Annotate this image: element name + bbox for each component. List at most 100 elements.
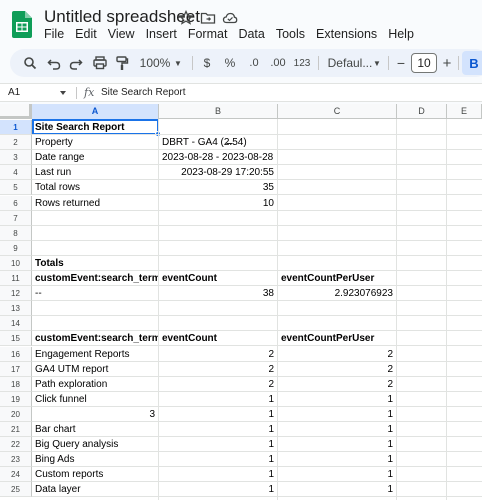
cell-b5[interactable]: 35 xyxy=(159,180,277,195)
cell-c23[interactable]: 1 xyxy=(278,452,396,467)
cell-a10[interactable]: Totals xyxy=(32,256,158,271)
row-header-22[interactable]: 22 xyxy=(0,437,32,453)
row-header-24[interactable]: 24 xyxy=(0,467,32,483)
menu-view[interactable]: View xyxy=(108,27,143,41)
cell-a21[interactable]: Bar chart xyxy=(32,422,158,437)
menu-format[interactable]: Format xyxy=(188,27,236,41)
cell-a5[interactable]: Total rows xyxy=(32,180,158,195)
cell-c21[interactable]: 1 xyxy=(278,422,396,437)
cell-a25[interactable]: Data layer xyxy=(32,482,158,497)
row-header-20[interactable]: 20 xyxy=(0,406,32,422)
print-icon[interactable] xyxy=(92,49,108,77)
row-header-2[interactable]: 2 xyxy=(0,135,32,151)
row-header-12[interactable]: 12 xyxy=(0,286,32,302)
increase-decimal-button[interactable]: .00 xyxy=(268,49,288,77)
column-header-d[interactable]: D xyxy=(397,104,447,119)
column-header-e[interactable]: E xyxy=(447,104,482,119)
paint-format-icon[interactable] xyxy=(114,49,130,77)
cell-c19[interactable]: 1 xyxy=(278,392,396,407)
cloud-saved-icon[interactable] xyxy=(222,10,238,26)
row-header-21[interactable]: 21 xyxy=(0,422,32,437)
menu-edit[interactable]: Edit xyxy=(75,27,105,41)
cell-a19[interactable]: Click funnel xyxy=(32,392,158,407)
more-formats-button[interactable]: 123 xyxy=(292,49,312,77)
cell-c16[interactable]: 2 xyxy=(278,347,396,362)
sheets-logo-icon[interactable] xyxy=(12,11,32,38)
cell-a23[interactable]: Bing Ads xyxy=(32,452,158,467)
column-header-a[interactable]: A xyxy=(32,104,159,119)
row-header-7[interactable]: 7 xyxy=(0,210,32,226)
row-header-16[interactable]: 16 xyxy=(0,346,32,362)
cell-b6[interactable]: 10 xyxy=(159,196,277,211)
cell-b11[interactable]: eventCount xyxy=(159,271,277,286)
row-header-3[interactable]: 3 xyxy=(0,150,32,166)
increase-font-size-button[interactable]: + xyxy=(440,49,454,77)
cell-a17[interactable]: GA4 UTM report xyxy=(32,362,158,377)
cell-b25[interactable]: 1 xyxy=(159,482,277,497)
undo-icon[interactable] xyxy=(46,49,62,77)
cell-b15[interactable]: eventCount xyxy=(159,331,277,346)
cell-b2[interactable]: DBRT - GA4 (2̶̶̶̶̶.54) xyxy=(159,135,277,150)
menu-tools[interactable]: Tools xyxy=(276,27,313,41)
row-header-19[interactable]: 19 xyxy=(0,391,32,407)
chevron-down-icon[interactable]: ▼ xyxy=(173,49,183,77)
column-header-b[interactable]: B xyxy=(159,104,278,119)
star-icon[interactable] xyxy=(178,10,194,26)
cell-a12[interactable]: -- xyxy=(32,286,158,301)
cell-c17[interactable]: 2 xyxy=(278,362,396,377)
name-box[interactable]: A1 xyxy=(0,84,68,102)
cell-a2[interactable]: Property xyxy=(32,135,158,150)
cell-b24[interactable]: 1 xyxy=(159,467,277,482)
row-header-9[interactable]: 9 xyxy=(0,240,32,256)
cell-b3[interactable]: 2023-08-28 - 2023-08-28 xyxy=(159,150,277,165)
currency-format-button[interactable]: $ xyxy=(200,49,214,77)
row-header-14[interactable]: 14 xyxy=(0,316,32,332)
row-header-5[interactable]: 5 xyxy=(0,180,32,196)
row-header-17[interactable]: 17 xyxy=(0,361,32,377)
search-menus-icon[interactable] xyxy=(22,49,38,77)
decrease-decimal-button[interactable]: .0 xyxy=(246,49,262,77)
redo-icon[interactable] xyxy=(68,49,84,77)
cell-b19[interactable]: 1 xyxy=(159,392,277,407)
cell-b20[interactable]: 1 xyxy=(159,407,277,422)
column-header-c[interactable]: C xyxy=(278,104,397,119)
row-header-4[interactable]: 4 xyxy=(0,165,32,181)
font-size-input[interactable]: 10 xyxy=(411,53,437,73)
cell-a1[interactable]: Site Search Report xyxy=(32,120,158,135)
cell-b17[interactable]: 2 xyxy=(159,362,277,377)
row-header-25[interactable]: 25 xyxy=(0,482,32,498)
cell-c20[interactable]: 1 xyxy=(278,407,396,422)
chevron-down-icon[interactable]: ▼ xyxy=(372,49,382,77)
menu-insert[interactable]: Insert xyxy=(146,27,185,41)
formula-input[interactable]: Site Search Report xyxy=(101,87,186,98)
cell-c22[interactable]: 1 xyxy=(278,437,396,452)
cell-b23[interactable]: 1 xyxy=(159,452,277,467)
cell-b18[interactable]: 2 xyxy=(159,377,277,392)
cell-a18[interactable]: Path exploration xyxy=(32,377,158,392)
menu-help[interactable]: Help xyxy=(388,27,422,41)
cell-c12[interactable]: 2.923076923 xyxy=(278,286,396,301)
cell-a20[interactable]: 3 xyxy=(32,407,158,422)
row-header-13[interactable]: 13 xyxy=(0,301,32,317)
row-header-10[interactable]: 10 xyxy=(0,255,32,271)
cell-a24[interactable]: Custom reports xyxy=(32,467,158,482)
move-folder-icon[interactable] xyxy=(200,10,216,26)
cell-b22[interactable]: 1 xyxy=(159,437,277,452)
cell-b4[interactable]: 2023-08-29 17:20:55 xyxy=(159,165,277,180)
select-all-corner[interactable] xyxy=(0,104,32,119)
row-header-15[interactable]: 15 xyxy=(0,331,32,347)
bold-button[interactable]: B xyxy=(462,51,482,75)
chevron-down-icon[interactable] xyxy=(60,91,66,95)
cell-b21[interactable]: 1 xyxy=(159,422,277,437)
menu-data[interactable]: Data xyxy=(238,27,272,41)
percent-format-button[interactable]: % xyxy=(222,49,238,77)
cell-c11[interactable]: eventCountPerUser xyxy=(278,271,396,286)
cell-a3[interactable]: Date range xyxy=(32,150,158,165)
row-header-8[interactable]: 8 xyxy=(0,225,32,241)
cell-a11[interactable]: customEvent:search_term xyxy=(32,271,158,286)
cell-a4[interactable]: Last run xyxy=(32,165,158,180)
font-family-select[interactable]: Defaul... xyxy=(324,49,376,77)
row-header-23[interactable]: 23 xyxy=(0,452,32,468)
row-header-11[interactable]: 11 xyxy=(0,271,32,286)
zoom-select[interactable]: 100% xyxy=(138,49,172,77)
